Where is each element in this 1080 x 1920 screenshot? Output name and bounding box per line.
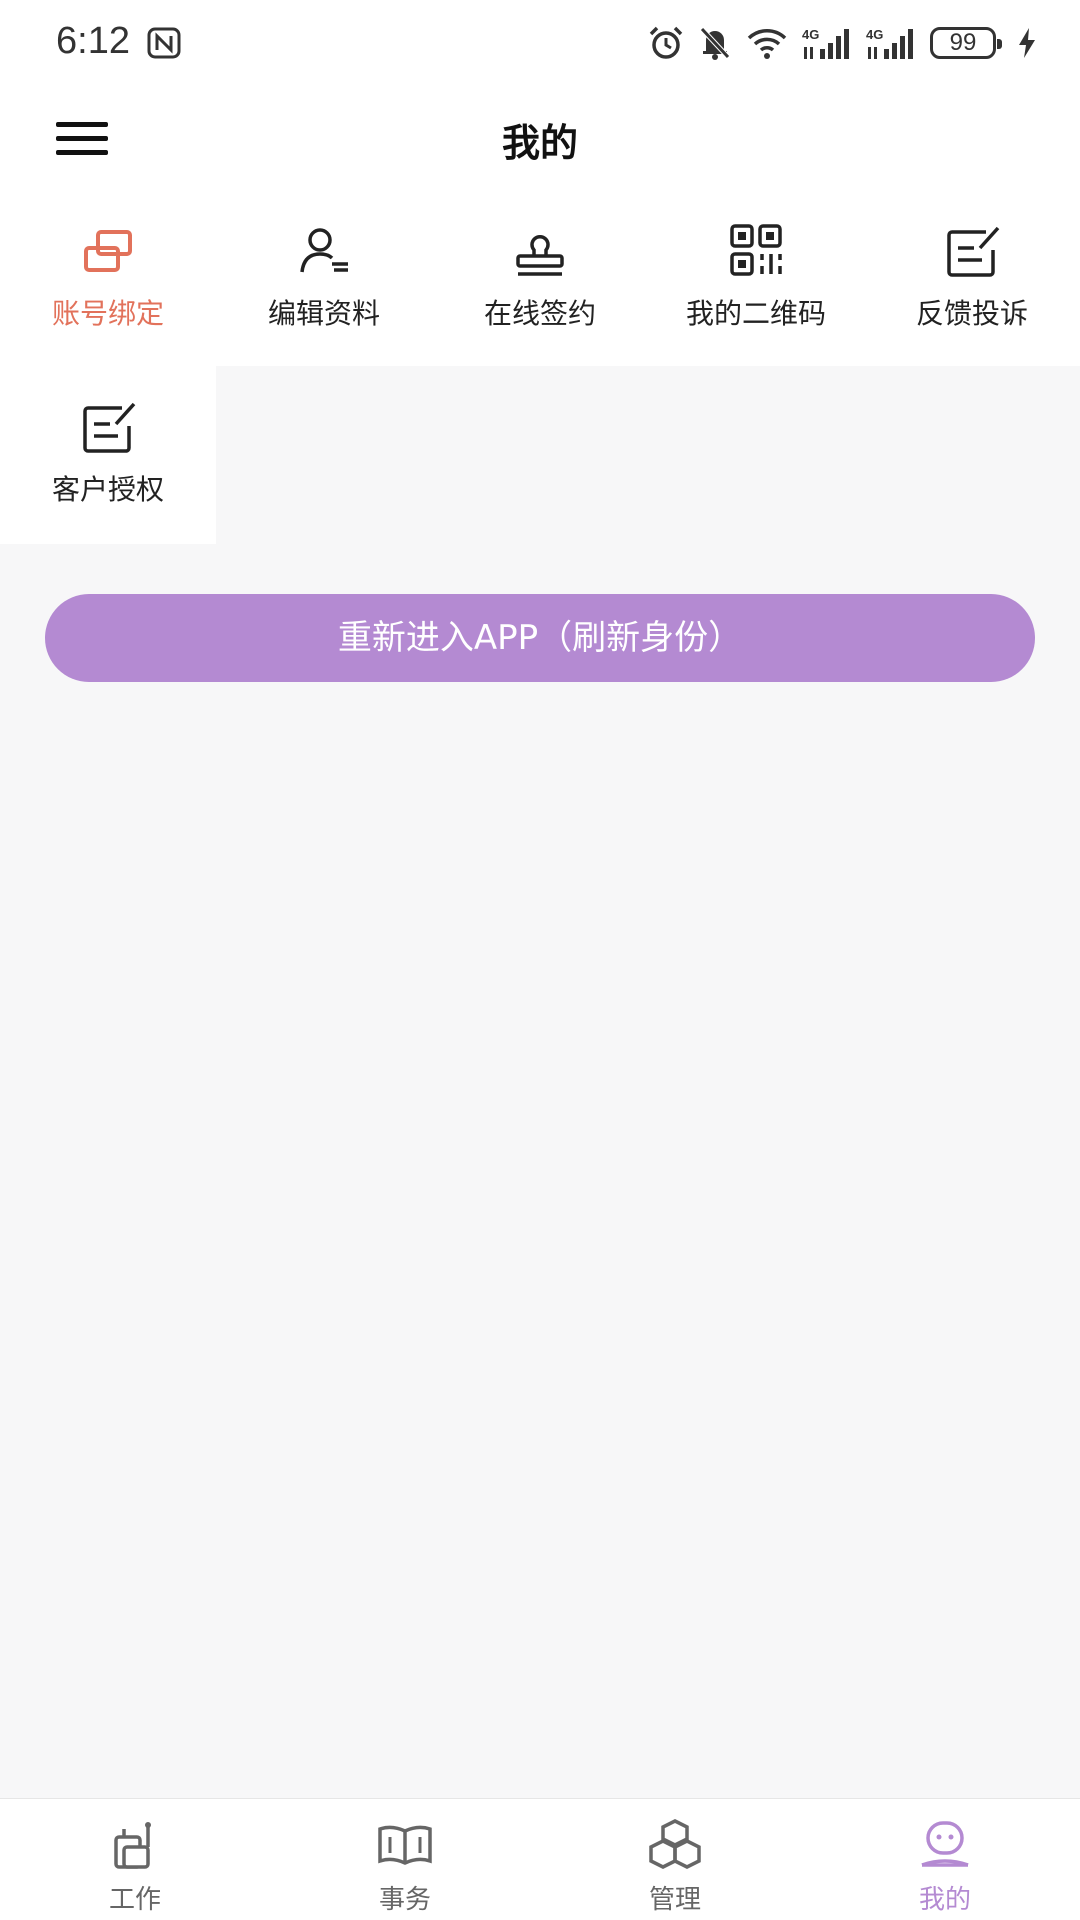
feedback-icon xyxy=(947,226,1000,277)
grid-item-label: 我的二维码 xyxy=(685,297,826,330)
header: 我的 xyxy=(0,86,1080,190)
page-title: 我的 xyxy=(501,121,578,165)
status-bar: 6:12 4G 4G 99 xyxy=(0,0,1080,86)
feature-grid: 账号绑定 编辑资料 在线签约 我的二维码 反馈投诉 xyxy=(0,190,1080,366)
nav-tab-label: 我的 xyxy=(918,1885,971,1915)
qr-code-icon xyxy=(730,224,782,276)
edit-profile-icon xyxy=(300,228,348,273)
work-icon xyxy=(114,1822,151,1869)
grid-item-customer-authorization[interactable]: 客户授权 xyxy=(0,366,216,542)
grid-item-edit-profile[interactable]: 编辑资料 xyxy=(216,190,432,366)
charging-icon xyxy=(1019,28,1035,58)
network-label-2: 4G xyxy=(866,27,883,42)
grid-item-label: 账号绑定 xyxy=(51,297,164,330)
bottom-nav: 工作 事务 管理 我的 xyxy=(0,1798,1080,1920)
nav-tab-label: 事务 xyxy=(378,1885,431,1915)
cubes-icon xyxy=(649,1819,701,1869)
book-icon xyxy=(378,1825,432,1865)
refresh-identity-button[interactable]: 重新进入APP（刷新身份） xyxy=(45,594,1035,682)
signal-icon: 4G xyxy=(802,27,849,59)
feature-grid-row-2: 客户授权 xyxy=(0,366,216,544)
nav-tab-management[interactable]: 管理 xyxy=(540,1799,810,1920)
network-label: 4G xyxy=(802,27,819,42)
grid-item-account-binding[interactable]: 账号绑定 xyxy=(0,190,216,366)
status-time: 6:12 xyxy=(56,20,130,62)
link-accounts-icon xyxy=(84,230,132,272)
nav-tab-work[interactable]: 工作 xyxy=(0,1799,270,1920)
signal-icon-2: 4G xyxy=(866,27,913,59)
screen: 6:12 4G 4G 99 我的 账号绑定 编辑资料 在线签约 我的二维码 反馈… xyxy=(0,0,1080,1920)
battery-indicator: 99 xyxy=(930,27,1002,59)
grid-item-label: 编辑资料 xyxy=(267,297,380,330)
nav-tab-affairs[interactable]: 事务 xyxy=(270,1799,540,1920)
grid-item-label: 在线签约 xyxy=(483,297,596,330)
muted-bell-icon xyxy=(700,27,730,60)
nav-tab-label: 管理 xyxy=(648,1885,701,1915)
nav-tab-label: 工作 xyxy=(108,1885,161,1915)
status-icons: 4G 4G 99 xyxy=(648,22,1038,64)
authorization-icon xyxy=(83,402,136,453)
grid-item-online-signing[interactable]: 在线签约 xyxy=(432,190,648,366)
user-face-icon xyxy=(921,1821,969,1867)
grid-item-feedback[interactable]: 反馈投诉 xyxy=(864,190,1080,366)
grid-item-label: 反馈投诉 xyxy=(915,297,1028,330)
grid-item-my-qr-code[interactable]: 我的二维码 xyxy=(648,190,864,366)
stamp-icon xyxy=(516,234,564,276)
nfc-icon xyxy=(147,27,181,59)
grid-item-label: 客户授权 xyxy=(51,473,164,506)
nav-tab-mine[interactable]: 我的 xyxy=(810,1799,1080,1920)
wifi-icon xyxy=(747,29,787,59)
alarm-icon xyxy=(649,26,683,59)
